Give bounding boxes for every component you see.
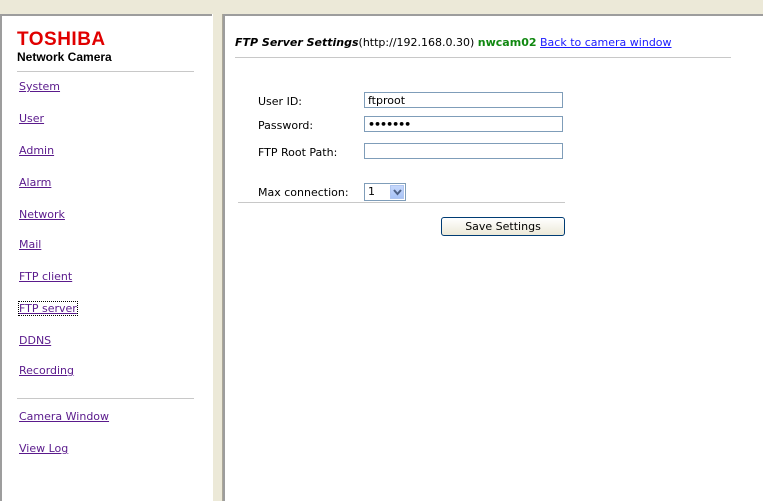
camera-name: nwcam02 xyxy=(477,36,537,49)
password-input[interactable] xyxy=(364,116,563,132)
ftp-root-path-input[interactable] xyxy=(364,143,563,159)
nav-camera-window-link[interactable]: Camera Window xyxy=(19,410,109,423)
sidebar: TOSHIBA Network Camera System User Admin… xyxy=(0,14,212,501)
nav-alarm-link[interactable]: Alarm xyxy=(19,176,51,189)
sidebar-divider-top xyxy=(17,71,194,73)
header-divider xyxy=(235,57,731,59)
chevron-down-icon[interactable] xyxy=(390,185,404,199)
back-to-camera-link[interactable]: Back to camera window xyxy=(540,36,672,49)
save-settings-button[interactable]: Save Settings xyxy=(441,217,565,236)
nav-ddns-link[interactable]: DDNS xyxy=(19,334,51,347)
brand-logo: TOSHIBA xyxy=(17,29,106,50)
nav-mail-link[interactable]: Mail xyxy=(19,238,41,251)
nav-ftp-server-link[interactable]: FTP server xyxy=(18,301,78,316)
max-connection-label: Max connection: xyxy=(258,186,349,199)
max-connection-select[interactable]: 1 xyxy=(364,183,406,201)
user-id-label: User ID: xyxy=(258,95,302,108)
nav-ftp-client-link[interactable]: FTP client xyxy=(19,270,72,283)
page-header: FTP Server Settings(http://192.168.0.30)… xyxy=(235,36,672,49)
nav-view-log-link[interactable]: View Log xyxy=(19,442,68,455)
nav-system-link[interactable]: System xyxy=(19,80,60,93)
nav-admin-link[interactable]: Admin xyxy=(19,144,54,157)
max-connection-value: 1 xyxy=(368,185,375,198)
form-divider xyxy=(238,202,565,204)
ftp-root-path-label: FTP Root Path: xyxy=(258,146,338,159)
sidebar-divider-bottom xyxy=(17,398,194,400)
nav-recording-link[interactable]: Recording xyxy=(19,364,74,377)
nav-user-link[interactable]: User xyxy=(19,112,44,125)
nav-network-link[interactable]: Network xyxy=(19,208,65,221)
page-title: FTP Server Settings xyxy=(235,36,359,49)
window-top-border xyxy=(0,0,763,14)
password-label: Password: xyxy=(258,119,314,132)
frame-splitter[interactable] xyxy=(212,14,223,501)
camera-address: (http://192.168.0.30) xyxy=(358,36,475,49)
brand-product: Network Camera xyxy=(17,50,112,64)
main-panel: FTP Server Settings(http://192.168.0.30)… xyxy=(223,14,763,501)
user-id-input[interactable] xyxy=(364,92,563,108)
